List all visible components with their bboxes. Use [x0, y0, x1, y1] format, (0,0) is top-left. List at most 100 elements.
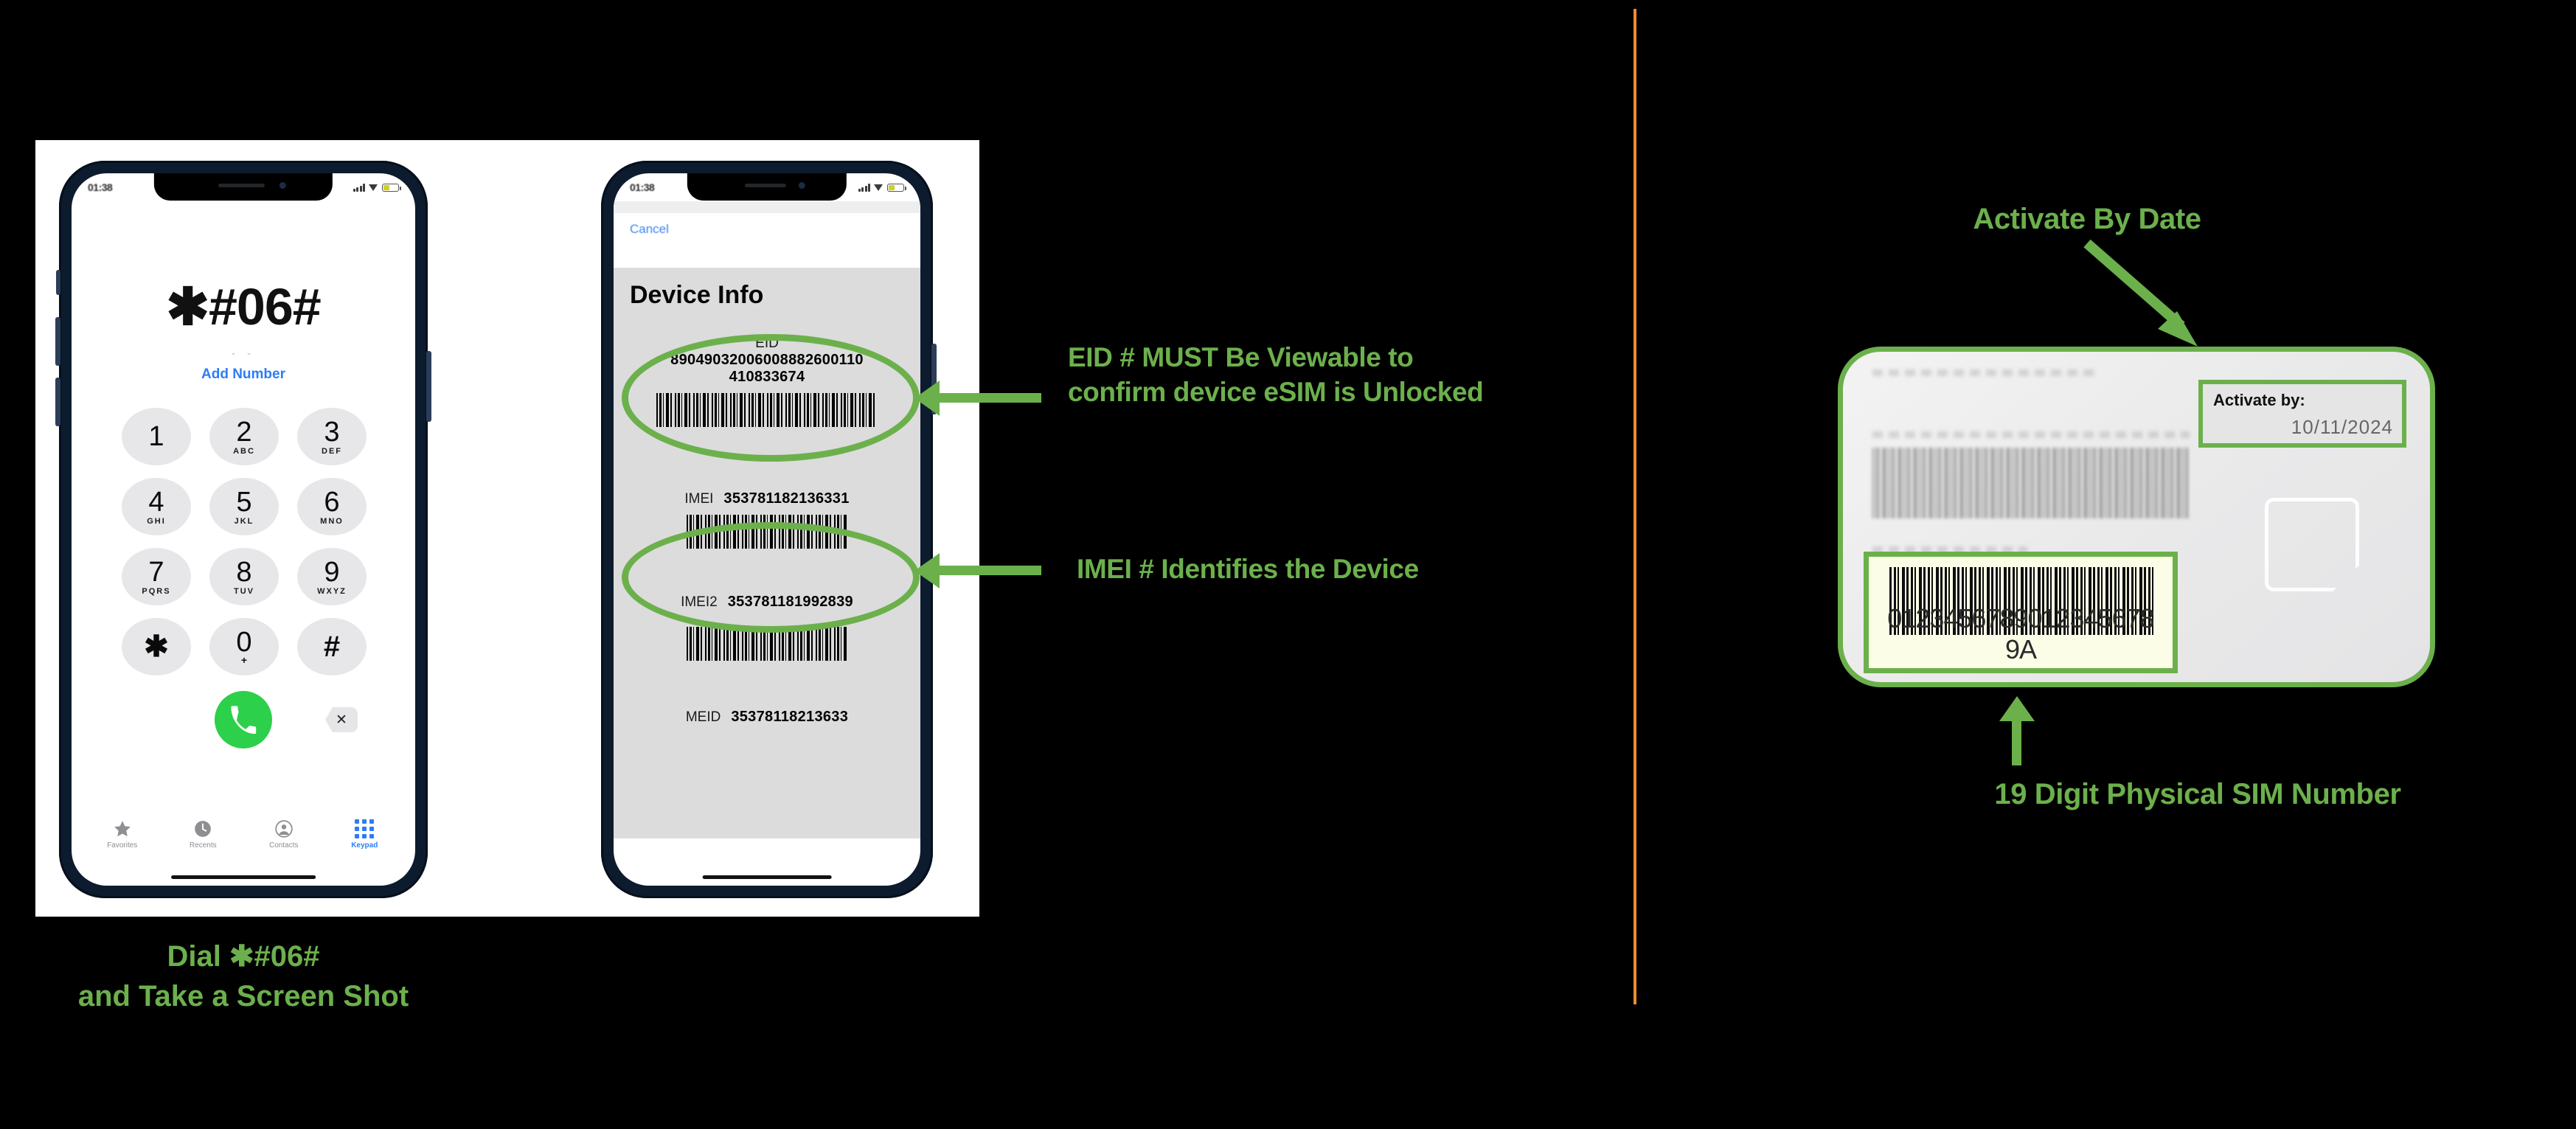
volume-down-button[interactable] — [55, 378, 60, 426]
key-star[interactable]: ✱ — [122, 618, 191, 675]
tab-favorites[interactable]: Favorites — [82, 819, 163, 850]
dial-caption-line1: Dial ✱#06# — [167, 940, 320, 973]
key-0-digit: 0 — [236, 627, 252, 658]
activate-by-date-annotation: Activate By Date — [1844, 201, 2330, 238]
key-4-digit: 4 — [148, 486, 164, 518]
key-5-digit: 5 — [236, 486, 252, 518]
sim-chip-outline-icon — [2265, 498, 2359, 591]
key-2[interactable]: 2 ABC — [209, 408, 279, 465]
cancel-button[interactable]: Cancel — [630, 222, 669, 237]
key-6-letters: MNO — [320, 516, 344, 526]
key-2-letters: ABC — [233, 446, 255, 456]
add-number-button[interactable]: Add Number — [72, 367, 415, 383]
key-8-letters: TUV — [234, 586, 254, 596]
activate-by-arrow-icon — [2083, 239, 2198, 347]
vertical-divider — [1634, 9, 1636, 1004]
key-7[interactable]: 7 PQRS — [122, 548, 191, 605]
sim-number-annotation: 19 Digit Physical SIM Number — [1829, 776, 2566, 813]
call-button[interactable] — [215, 691, 272, 748]
power-button[interactable] — [426, 351, 431, 422]
call-controls-row: ✕ — [72, 691, 415, 754]
key-3[interactable]: 3 DEF — [297, 408, 367, 465]
eid-highlight-ellipse — [622, 334, 920, 462]
key-star-symbol: ✱ — [144, 630, 169, 663]
imei-arrow-head-icon — [914, 553, 940, 588]
star-icon — [114, 820, 131, 836]
key-5[interactable]: 5 JKL — [209, 478, 279, 535]
iphone-dialer-device: 01:38 ✱#06# - - Add Number 1 2 ABC 3 DEF 4… — [55, 161, 431, 898]
signal-bars-icon-2 — [858, 183, 870, 192]
row-imei-value: 353781182136331 — [723, 490, 850, 507]
earpiece-speaker-2 — [744, 184, 786, 187]
dialed-number-display: ✱#06# — [166, 278, 321, 336]
notch-2 — [687, 173, 847, 201]
key-4[interactable]: 4 GHI — [122, 478, 191, 535]
key-3-letters: DEF — [322, 446, 342, 456]
dialer-screen: 01:38 ✱#06# - - Add Number 1 2 ABC 3 DEF 4… — [72, 173, 415, 886]
key-7-digit: 7 — [148, 556, 164, 588]
eid-arrow-line — [938, 393, 1041, 403]
home-indicator[interactable] — [171, 875, 316, 879]
imei-highlight-ellipse — [622, 522, 920, 633]
key-1[interactable]: 1 — [122, 408, 191, 465]
key-hash[interactable]: # — [297, 618, 367, 675]
key-3-digit: 3 — [324, 416, 340, 448]
key-8[interactable]: 8 TUV — [209, 548, 279, 605]
key-hash-symbol: # — [323, 630, 341, 663]
dialer-subtext: - - — [231, 347, 256, 360]
wifi-icon-2 — [874, 184, 883, 192]
tab-bar: Favorites Recents Contacts Keypad — [72, 807, 415, 861]
battery-icon-2 — [887, 183, 906, 192]
wifi-icon — [369, 184, 378, 192]
key-9-letters: WXYZ — [317, 586, 347, 596]
device-info-title: Device Info — [630, 281, 764, 309]
tab-contacts-label: Contacts — [269, 841, 299, 850]
front-camera — [279, 182, 286, 189]
sim-number-annotation-text: 19 Digit Physical SIM Number — [1994, 778, 2401, 810]
sim-ghost-text-top — [1872, 369, 2094, 376]
mute-switch[interactable] — [56, 270, 60, 295]
activate-by-box: Activate by: 10/11/2024 — [2198, 380, 2406, 448]
tab-recents-label: Recents — [189, 841, 217, 850]
physical-sim-card: Activate by: 10/11/2024 0123456789012345… — [1838, 347, 2435, 687]
eid-annotation-line1: EID # MUST Be Viewable to — [1068, 342, 1414, 372]
dial-caption: Dial ✱#06# and Take a Screen Shot — [29, 937, 457, 1016]
slide-canvas: 01:38 ✱#06# - - Add Number 1 2 ABC 3 DEF 4… — [0, 0, 2576, 1129]
eid-arrow-head-icon — [914, 381, 940, 416]
status-bar-indicators-2 — [858, 183, 906, 192]
volume-up-button[interactable] — [55, 317, 60, 366]
sim-ghost-text-mid — [1872, 431, 2190, 438]
row-meid-label: MEID — [685, 709, 721, 725]
key-9-digit: 9 — [324, 556, 340, 588]
status-bar-time-2: 01:38 — [630, 181, 655, 193]
tab-recents[interactable]: Recents — [163, 819, 244, 850]
front-camera-2 — [799, 182, 806, 189]
home-indicator-2[interactable] — [702, 875, 832, 879]
key-8-digit: 8 — [236, 556, 252, 588]
row-imei-label: IMEI — [684, 491, 714, 507]
browser-chrome-bar — [614, 201, 920, 213]
row-meid: MEID 35378118213633 — [614, 709, 920, 726]
iccid-arrow-line — [2012, 720, 2021, 765]
tab-keypad[interactable]: Keypad — [324, 819, 406, 850]
key-6-digit: 6 — [324, 486, 340, 518]
iccid-highlight-box: 0123456789012345678 9A — [1864, 552, 2178, 673]
key-1-digit: 1 — [148, 421, 164, 452]
keypad-icon — [355, 819, 375, 838]
delete-button[interactable]: ✕ — [325, 707, 358, 732]
key-9[interactable]: 9 WXYZ — [297, 548, 367, 605]
key-6[interactable]: 6 MNO — [297, 478, 367, 535]
key-0[interactable]: 0 + — [209, 618, 279, 675]
tab-keypad-label: Keypad — [351, 841, 378, 850]
row-imei-line: IMEI 353781182136331 — [614, 490, 920, 507]
activate-by-date-value: 10/11/2024 — [2291, 416, 2393, 438]
activate-by-date-annotation-text: Activate By Date — [1973, 203, 2201, 235]
battery-icon — [382, 183, 401, 192]
clock-icon — [195, 820, 212, 837]
signal-bars-icon — [353, 183, 365, 192]
tab-contacts[interactable]: Contacts — [243, 819, 324, 850]
eid-annotation: EID # MUST Be Viewable to confirm device… — [1068, 340, 1628, 410]
person-icon — [275, 819, 293, 838]
imei-arrow-line — [938, 566, 1041, 575]
key-5-letters: JKL — [234, 516, 254, 526]
